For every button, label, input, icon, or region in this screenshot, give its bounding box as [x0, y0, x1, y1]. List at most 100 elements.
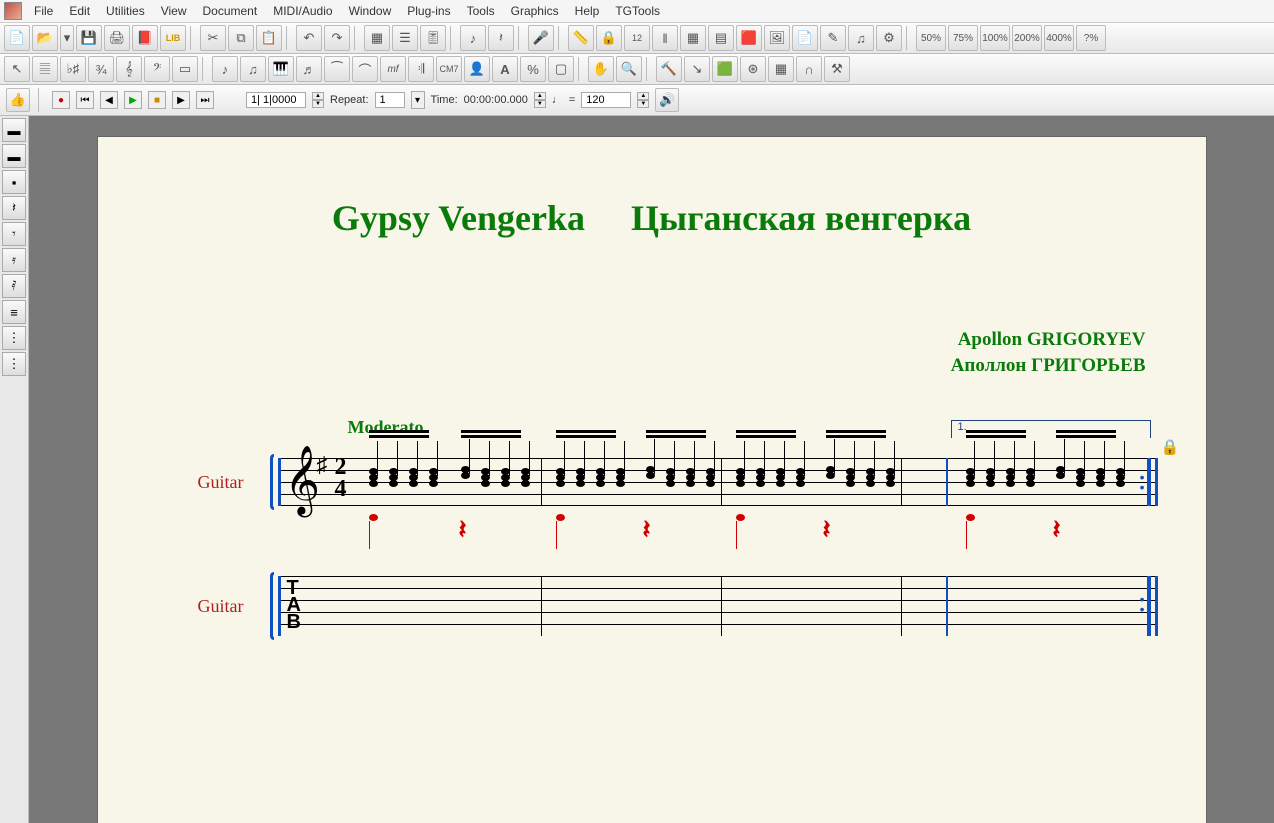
fretboard-icon[interactable]: ▦	[768, 56, 794, 82]
image-icon[interactable]: 🖼	[764, 25, 790, 51]
thumbs-up-icon[interactable]: 👍	[6, 88, 30, 112]
note-chord[interactable]	[409, 468, 418, 486]
options-icon[interactable]: ⚙	[876, 25, 902, 51]
note-chord[interactable]	[616, 468, 625, 486]
bass-rest[interactable]: 𝄽	[1053, 514, 1061, 546]
speaker-icon[interactable]: 🔊	[655, 88, 679, 112]
paste-icon[interactable]: 📋	[256, 25, 282, 51]
library-icon[interactable]: LIB	[160, 25, 186, 51]
bass-rest[interactable]: 𝄽	[823, 514, 831, 546]
counter-spinner[interactable]: ▲▼	[312, 92, 324, 108]
mic-icon[interactable]: 🎤	[528, 25, 554, 51]
bass-rest[interactable]: 𝄽	[643, 514, 651, 546]
menu-edit[interactable]: Edit	[61, 2, 98, 20]
redo-icon[interactable]: ↷	[324, 25, 350, 51]
color-icon[interactable]: 🟥	[736, 25, 762, 51]
treble-clef-icon[interactable]: 𝄞	[116, 56, 142, 82]
thirtysecond-rest-icon[interactable]: 𝄿	[2, 248, 26, 272]
note-chord[interactable]	[866, 468, 875, 486]
staff-tab[interactable]: T A B ••	[278, 576, 1158, 636]
half-rest-icon[interactable]: ▬	[2, 144, 26, 168]
note-chord[interactable]	[429, 468, 438, 486]
page-icon[interactable]: 📄	[792, 25, 818, 51]
tie-tool-icon[interactable]: ⁀	[324, 56, 350, 82]
sixtyfourth-rest-icon[interactable]: 𝅀	[2, 274, 26, 298]
bass-clef-icon[interactable]: 𝄢	[144, 56, 170, 82]
zoom-75-button[interactable]: 75%	[948, 25, 978, 51]
menu-graphics[interactable]: Graphics	[503, 2, 567, 20]
stop-button[interactable]: ■	[148, 91, 166, 109]
zoom-50-button[interactable]: 50%	[916, 25, 946, 51]
lock-icon[interactable]: 🔒	[596, 25, 622, 51]
save-icon[interactable]: 💾	[76, 25, 102, 51]
measure-number-icon[interactable]: 12	[624, 25, 650, 51]
speedy-entry-icon[interactable]: ♫	[848, 25, 874, 51]
note-entry-icon[interactable]: ♪	[460, 25, 486, 51]
quarter-rest-icon[interactable]: ▪	[2, 170, 26, 194]
slur-tool-icon[interactable]: ⌒	[352, 56, 378, 82]
note-chord[interactable]	[756, 468, 765, 486]
note-chord[interactable]	[796, 468, 805, 486]
note-chord[interactable]	[576, 468, 585, 486]
menu-tools[interactable]: Tools	[459, 2, 503, 20]
time-spinner[interactable]: ▲▼	[534, 92, 546, 108]
lyric-tool-icon[interactable]: 👤	[464, 56, 490, 82]
layout-icon[interactable]: ▤	[708, 25, 734, 51]
hand-tool-icon[interactable]: ✋	[588, 56, 614, 82]
note-chord[interactable]	[521, 468, 530, 486]
note-chord[interactable]	[736, 468, 745, 486]
note-chord[interactable]	[966, 468, 975, 486]
key-sig-tool-icon[interactable]: ♭♯	[60, 56, 86, 82]
note-chord[interactable]	[776, 468, 785, 486]
text-tool-icon[interactable]: A	[492, 56, 518, 82]
score-area[interactable]: Gypsy Vengerka Цыганская венгерка Apollo…	[29, 116, 1274, 823]
note-chord[interactable]	[1076, 468, 1085, 486]
zoom-200-button[interactable]: 200%	[1012, 25, 1042, 51]
dropdown-icon[interactable]: ▾	[60, 25, 74, 51]
staff-notation[interactable]: 𝄞 ♯ 24 1. 🔒 ••	[278, 458, 1158, 506]
note-chord[interactable]	[1116, 468, 1125, 486]
note-chord[interactable]	[826, 466, 835, 478]
bass-rest[interactable]: 𝄽	[459, 514, 467, 546]
menu-midi-audio[interactable]: MIDI/Audio	[265, 2, 340, 20]
menu-file[interactable]: File	[26, 2, 61, 20]
bass-note[interactable]	[966, 514, 975, 549]
tempo-spinner[interactable]: ▲▼	[637, 92, 649, 108]
studio-view-icon[interactable]: 🎚	[420, 25, 446, 51]
note-chord[interactable]	[886, 468, 895, 486]
edit-icon[interactable]: ✎	[820, 25, 846, 51]
tuplet-tool-icon[interactable]: ♬	[296, 56, 322, 82]
scroll-view-icon[interactable]: ☰	[392, 25, 418, 51]
cut-icon[interactable]: ✂	[200, 25, 226, 51]
note-chord[interactable]	[556, 468, 565, 486]
score-page[interactable]: Gypsy Vengerka Цыганская венгерка Apollo…	[97, 136, 1207, 823]
bass-note[interactable]	[556, 514, 565, 549]
repeat-tool-icon[interactable]: 𝄇	[408, 56, 434, 82]
hammer-tool-icon[interactable]: 🔨	[656, 56, 682, 82]
staff-tool-icon[interactable]: 𝄚	[32, 56, 58, 82]
note-chord[interactable]	[1056, 466, 1065, 478]
note-chord[interactable]	[666, 468, 675, 486]
note-chord[interactable]	[596, 468, 605, 486]
rest-icon[interactable]: 𝄽	[488, 25, 514, 51]
play-button[interactable]: ▶	[124, 91, 142, 109]
measure-counter-input[interactable]	[246, 92, 306, 108]
beam-icon[interactable]: ≡	[2, 300, 26, 324]
step-back-button[interactable]: ◀	[100, 91, 118, 109]
rewind-button[interactable]: ⏮	[76, 91, 94, 109]
simple-entry-icon[interactable]: ♪	[212, 56, 238, 82]
eighth-rest-icon[interactable]: 𝄽	[2, 196, 26, 220]
note-chord[interactable]	[501, 468, 510, 486]
bass-note[interactable]	[369, 514, 378, 549]
note-chord[interactable]	[986, 468, 995, 486]
palette-tool-icon[interactable]: ⊛	[740, 56, 766, 82]
note-mover-icon[interactable]: ↘	[684, 56, 710, 82]
sixteenth-rest-icon[interactable]: 𝄾	[2, 222, 26, 246]
undo-icon[interactable]: ↶	[296, 25, 322, 51]
book-icon[interactable]: 📕	[132, 25, 158, 51]
tempo-input[interactable]	[581, 92, 631, 108]
menu-window[interactable]: Window	[341, 2, 400, 20]
percent-tool-icon[interactable]: %	[520, 56, 546, 82]
repeat-input[interactable]	[375, 92, 405, 108]
arch-tool-icon[interactable]: ∩	[796, 56, 822, 82]
